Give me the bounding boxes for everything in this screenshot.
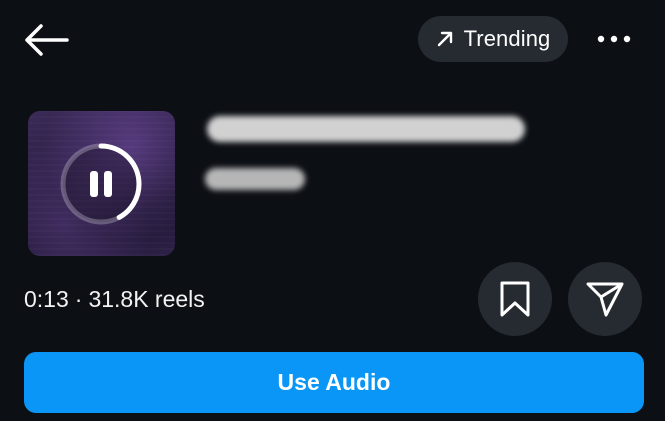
use-audio-button[interactable]: Use Audio [24,352,644,413]
trending-chip[interactable]: Trending [418,16,568,62]
playback-progress-ring[interactable] [58,141,144,227]
arrow-left-icon [25,24,69,56]
use-audio-label: Use Audio [277,369,391,395]
album-art[interactable] [28,111,175,256]
back-button[interactable] [18,18,74,62]
artist-name[interactable] [205,168,305,190]
more-options-button[interactable] [588,20,640,58]
send-icon [586,282,624,317]
reels-count: 31.8K reels [88,286,205,312]
save-button[interactable] [478,262,552,336]
meta-separator: · [74,286,83,312]
trending-label: Trending [463,26,551,51]
audio-meta: 0:13 · 31.8K reels [24,286,205,313]
arrow-up-right-icon [437,31,452,47]
more-horizontal-icon [597,35,631,43]
share-button[interactable] [568,262,642,336]
audio-duration: 0:13 [24,286,69,312]
track-title [207,116,525,142]
bookmark-icon [500,281,530,317]
